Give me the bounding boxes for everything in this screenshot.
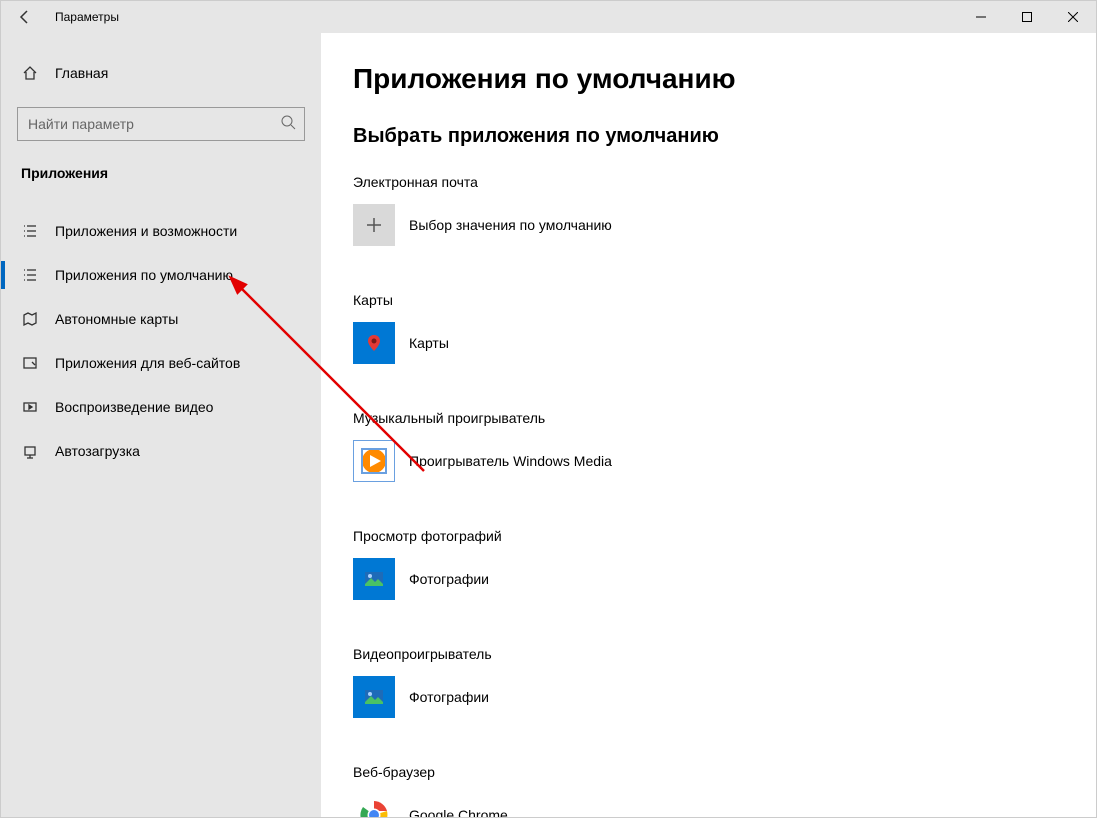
default-email-button[interactable]: Выбор значения по умолчанию bbox=[353, 204, 1056, 246]
maximize-button[interactable] bbox=[1004, 1, 1050, 33]
sidebar-item-startup[interactable]: Автозагрузка bbox=[1, 429, 321, 473]
app-label: Фотографии bbox=[409, 689, 489, 705]
sidebar-section-title: Приложения bbox=[17, 165, 305, 191]
photos-app-icon bbox=[353, 676, 395, 718]
sidebar-item-label: Приложения для веб-сайтов bbox=[55, 355, 240, 371]
sidebar-item-video-playback[interactable]: Воспроизведение видео bbox=[1, 385, 321, 429]
default-music-button[interactable]: Проигрыватель Windows Media bbox=[353, 440, 1056, 482]
section-title: Выбрать приложения по умолчанию bbox=[353, 125, 1056, 148]
app-label: Google Chrome bbox=[409, 807, 508, 817]
content-area: Приложения по умолчанию Выбрать приложен… bbox=[321, 33, 1096, 817]
sidebar-item-label: Автозагрузка bbox=[55, 443, 140, 459]
minimize-button[interactable] bbox=[958, 1, 1004, 33]
search-input[interactable] bbox=[28, 116, 280, 132]
window-controls bbox=[958, 1, 1096, 33]
default-maps-button[interactable]: Карты bbox=[353, 322, 1056, 364]
sidebar-item-label: Приложения и возможности bbox=[55, 223, 237, 239]
plus-icon bbox=[353, 204, 395, 246]
category-video: Видеопроигрыватель bbox=[353, 646, 1056, 662]
sidebar-item-web-apps[interactable]: Приложения для веб-сайтов bbox=[1, 341, 321, 385]
default-video-button[interactable]: Фотографии bbox=[353, 676, 1056, 718]
home-icon bbox=[21, 64, 39, 82]
category-email: Электронная почта bbox=[353, 174, 1056, 190]
close-button[interactable] bbox=[1050, 1, 1096, 33]
sidebar-item-label: Автономные карты bbox=[55, 311, 178, 327]
app-label: Проигрыватель Windows Media bbox=[409, 453, 612, 469]
app-label: Выбор значения по умолчанию bbox=[409, 217, 612, 233]
sidebar-item-apps-features[interactable]: Приложения и возможности bbox=[1, 209, 321, 253]
app-label: Карты bbox=[409, 335, 449, 351]
sidebar-item-label: Приложения по умолчанию bbox=[55, 267, 233, 283]
page-title: Приложения по умолчанию bbox=[353, 63, 1056, 95]
wmp-app-icon bbox=[353, 440, 395, 482]
defaults-icon bbox=[21, 266, 39, 284]
maps-app-icon bbox=[353, 322, 395, 364]
category-music: Музыкальный проигрыватель bbox=[353, 410, 1056, 426]
sidebar-nav: Приложения и возможности Приложения по у… bbox=[1, 209, 321, 473]
web-app-icon bbox=[21, 354, 39, 372]
category-maps: Карты bbox=[353, 292, 1056, 308]
map-icon bbox=[21, 310, 39, 328]
sidebar-item-offline-maps[interactable]: Автономные карты bbox=[1, 297, 321, 341]
window-title: Параметры bbox=[49, 10, 119, 24]
video-icon bbox=[21, 398, 39, 416]
sidebar-home[interactable]: Главная bbox=[17, 53, 305, 93]
back-button[interactable] bbox=[1, 1, 49, 33]
search-box[interactable] bbox=[17, 107, 305, 141]
sidebar-item-label: Воспроизведение видео bbox=[55, 399, 213, 415]
search-icon bbox=[280, 114, 296, 135]
default-photos-button[interactable]: Фотографии bbox=[353, 558, 1056, 600]
titlebar: Параметры bbox=[1, 1, 1096, 33]
chrome-app-icon bbox=[353, 794, 395, 817]
sidebar: Главная Приложения Приложения и возможно… bbox=[1, 33, 321, 817]
category-browser: Веб-браузер bbox=[353, 764, 1056, 780]
sidebar-home-label: Главная bbox=[55, 65, 108, 81]
app-label: Фотографии bbox=[409, 571, 489, 587]
sidebar-item-default-apps[interactable]: Приложения по умолчанию bbox=[1, 253, 321, 297]
category-photos: Просмотр фотографий bbox=[353, 528, 1056, 544]
default-browser-button[interactable]: Google Chrome bbox=[353, 794, 1056, 817]
startup-icon bbox=[21, 442, 39, 460]
list-icon bbox=[21, 222, 39, 240]
photos-app-icon bbox=[353, 558, 395, 600]
